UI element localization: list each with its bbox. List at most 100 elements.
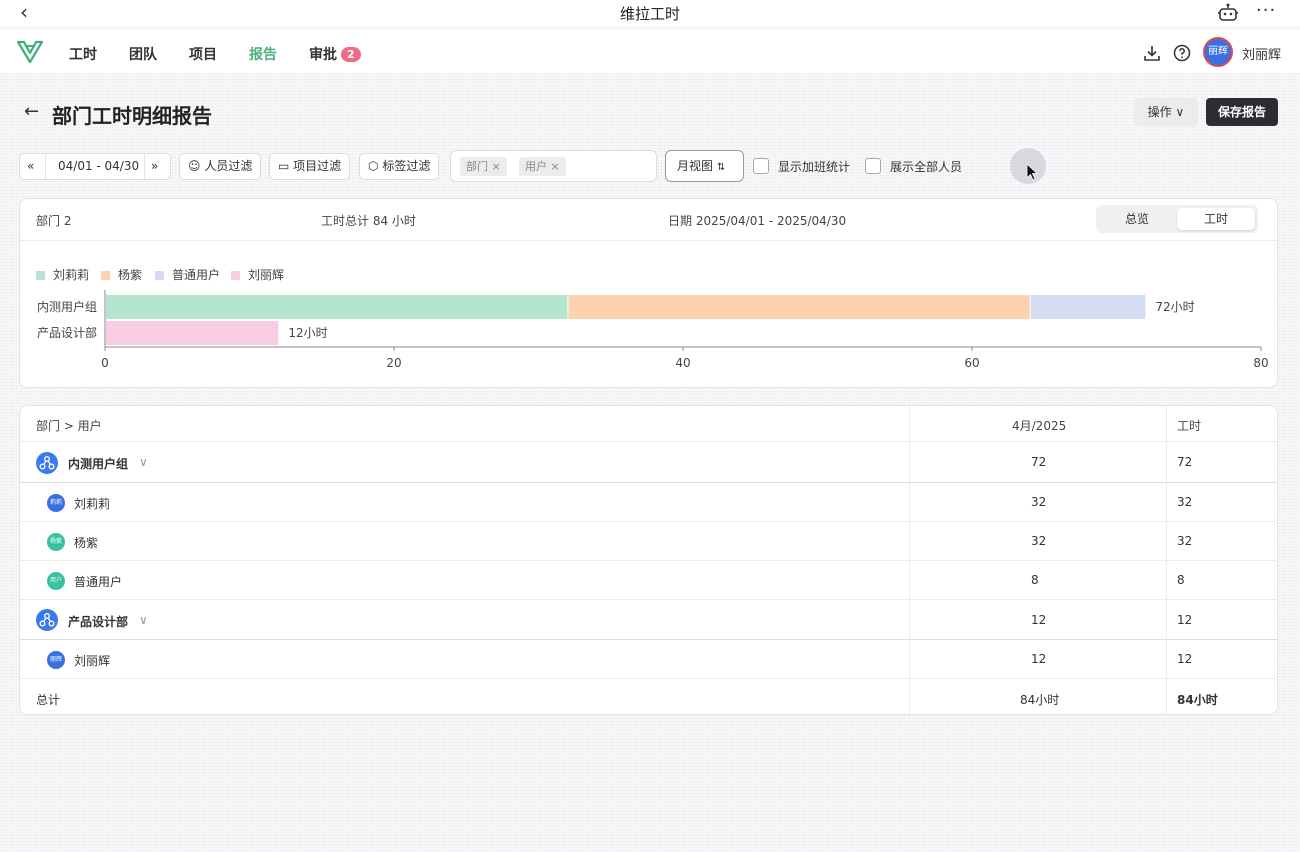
month-hours-cell: 8	[1031, 573, 1039, 587]
column-divider	[1166, 406, 1167, 714]
legend-swatch	[101, 271, 110, 280]
operations-dropdown[interactable]: 操作 ∨	[1134, 98, 1198, 126]
tag-filter-label: 标签过滤	[382, 159, 431, 173]
people-icon: ☺	[188, 159, 201, 173]
hours-table: 部门 > 用户 4月/2025 工时 内测用户组 ∨ 72 72 莉莉 刘莉莉 32 32 杨紫…	[19, 405, 1278, 715]
footer-hours-total: 84小时	[1177, 693, 1218, 707]
chart-header: 部门 2 工时总计 84 小时 日期 2025/04/01 - 2025/04/…	[20, 199, 1277, 241]
total-hours-cell: 32	[1177, 534, 1193, 548]
folder-icon: ▭	[278, 159, 290, 173]
user-avatar[interactable]: 丽辉	[1203, 37, 1233, 67]
group-tag-label: 用户	[525, 160, 547, 173]
chart-card: 部门 2 工时总计 84 小时 日期 2025/04/01 - 2025/04/…	[19, 198, 1278, 388]
chevron-down-icon: ∨	[1175, 105, 1185, 119]
date-range-picker: « 04/01 - 04/30 »	[19, 153, 171, 180]
table-row[interactable]: 用户 普通用户 8 8	[20, 561, 1277, 600]
footer-label: 总计	[36, 693, 61, 707]
total-hours-cell: 12	[1177, 612, 1193, 627]
date-range-text[interactable]: 04/01 - 04/30	[58, 159, 139, 173]
show-all-people-checkbox[interactable]	[865, 158, 881, 174]
user-name: 普通用户	[74, 575, 123, 589]
group-tag: 部门 ×	[460, 157, 507, 176]
user-name: 杨紫	[74, 536, 99, 550]
logo-icon[interactable]	[16, 39, 44, 65]
legend-label: 普通用户	[172, 268, 221, 282]
legend-item[interactable]: 刘莉莉	[36, 266, 89, 283]
user-avatar: 莉莉	[47, 493, 65, 512]
nav-approval[interactable]: 审批 2	[309, 44, 361, 64]
dept-label: 部门 2	[36, 214, 72, 228]
page-title: 部门工时明细报告	[52, 104, 212, 128]
robot-icon[interactable]	[1217, 3, 1239, 23]
project-filter-label: 项目过滤	[293, 159, 342, 173]
legend-item[interactable]: 刘丽辉	[231, 266, 284, 283]
legend-swatch	[231, 271, 240, 280]
hours-header[interactable]: 工时	[1177, 417, 1201, 434]
user-avatar: 丽辉	[47, 650, 65, 669]
legend-label: 刘莉莉	[53, 268, 90, 282]
month-header[interactable]: 4月/2025	[1012, 417, 1066, 434]
view-select[interactable]: 月视图 ⇅	[665, 150, 744, 182]
user-name[interactable]: 刘丽辉	[1242, 44, 1281, 63]
prev-period-icon[interactable]: «	[27, 159, 34, 173]
help-icon[interactable]	[1173, 44, 1191, 62]
user-avatar: 杨紫	[47, 532, 65, 551]
table-row[interactable]: 莉莉 刘莉莉 32 32	[20, 483, 1277, 522]
page-back-arrow-icon[interactable]: ←	[24, 101, 39, 122]
more-icon[interactable]: ···	[1256, 0, 1276, 21]
month-hours-cell: 12	[1031, 652, 1047, 666]
legend-swatch	[155, 271, 164, 280]
legend-swatch	[36, 271, 45, 280]
date-label: 日期 2025/04/01 - 2025/04/30	[668, 214, 847, 228]
save-report-button[interactable]: 保存报告	[1206, 98, 1278, 126]
legend-label: 刘丽辉	[248, 268, 285, 282]
project-filter-button[interactable]: ▭ 项目过滤	[269, 153, 351, 180]
person-filter-button[interactable]: ☺ 人员过滤	[179, 153, 262, 180]
next-period-icon[interactable]: »	[151, 159, 158, 173]
department-name: 产品设计部	[68, 614, 129, 629]
nav-projects[interactable]: 项目	[189, 44, 217, 64]
legend-item[interactable]: 杨紫	[101, 266, 142, 283]
chevron-down-icon[interactable]: ∨	[139, 455, 148, 469]
department-icon	[36, 451, 58, 474]
group-by-select[interactable]: 部门 × 用户 ×	[450, 150, 657, 182]
table-row[interactable]: 丽辉 刘丽辉 12 12	[20, 640, 1277, 679]
total-hours-label: 工时总计 84 小时	[321, 214, 416, 228]
table-header-row: 部门 > 用户 4月/2025 工时	[20, 406, 1277, 442]
month-hours-cell: 32	[1031, 534, 1047, 548]
group-tag: 用户 ×	[519, 157, 566, 176]
chevron-down-icon[interactable]: ∨	[139, 613, 148, 627]
mouse-cursor-icon	[1026, 163, 1038, 181]
path-header: 部门 > 用户	[36, 419, 102, 433]
approval-count-badge: 2	[341, 47, 361, 62]
user-name: 刘莉莉	[74, 497, 111, 511]
download-icon[interactable]	[1143, 44, 1161, 62]
total-hours-cell: 72	[1177, 455, 1193, 469]
show-overtime-checkbox[interactable]	[753, 158, 769, 174]
tag-filter-button[interactable]: ⬡ 标签过滤	[359, 153, 440, 180]
department-icon	[36, 609, 58, 631]
table-row[interactable]: 杨紫 杨紫 32 32	[20, 522, 1277, 561]
legend-label: 杨紫	[118, 268, 143, 282]
view-select-value: 月视图	[677, 159, 714, 173]
group-row[interactable]: 内测用户组 ∨ 72 72	[20, 442, 1277, 483]
view-toggle: 总览 工时	[1096, 205, 1258, 233]
close-icon[interactable]: ×	[492, 160, 501, 173]
total-hours-cell: 12	[1177, 652, 1193, 666]
month-hours-cell: 12	[1031, 612, 1047, 627]
show-all-people-label: 展示全部人员	[890, 160, 963, 174]
group-row[interactable]: 产品设计部 ∨ 12 12	[20, 600, 1277, 640]
department-name: 内测用户组	[68, 457, 129, 471]
legend-item[interactable]: 普通用户	[155, 266, 220, 283]
nav-team[interactable]: 团队	[129, 44, 157, 64]
user-avatar: 用户	[47, 571, 65, 590]
nav-timesheet[interactable]: 工时	[69, 44, 97, 64]
person-filter-label: 人员过滤	[204, 159, 253, 173]
nav-reports[interactable]: 报告	[249, 44, 277, 64]
close-icon[interactable]: ×	[551, 160, 560, 173]
tag-icon: ⬡	[368, 159, 379, 173]
show-overtime-label: 显示加班统计	[778, 160, 851, 174]
tab-hours[interactable]: 工时	[1177, 208, 1255, 230]
nav-approval-label: 审批	[309, 47, 337, 63]
tab-overview[interactable]: 总览	[1098, 208, 1176, 230]
